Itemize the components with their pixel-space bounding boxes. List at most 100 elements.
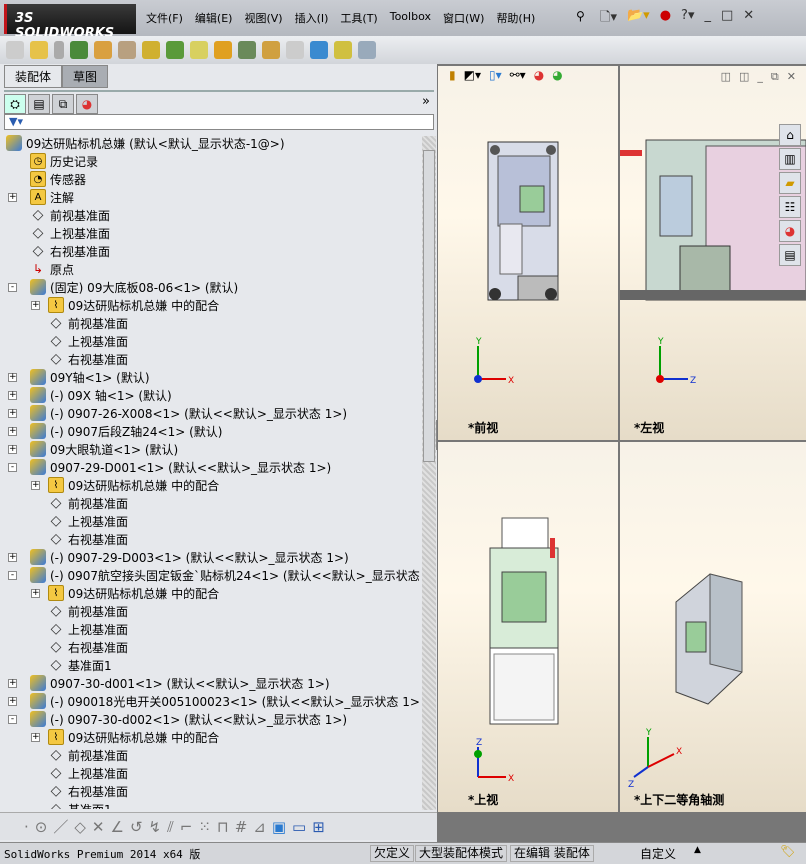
collapse-icon[interactable]: - xyxy=(8,571,17,580)
tree-item[interactable]: ◇ 上视基准面 xyxy=(48,764,128,782)
exploded-view-icon[interactable] xyxy=(262,41,280,59)
tree-item[interactable]: + (-) 09X 轴<1> (默认) xyxy=(8,386,172,404)
expand-icon[interactable]: + xyxy=(8,391,17,400)
tree-item[interactable]: + ⌇ 09达研贴标机总嫌 中的配合 xyxy=(31,584,219,602)
restore-right-icon[interactable]: ◫ xyxy=(739,70,749,84)
units-chevron-icon[interactable]: ▲ xyxy=(694,845,701,855)
tree-item[interactable]: + ⌇ 09达研贴标机总嫌 中的配合 xyxy=(31,476,219,494)
expand-icon[interactable]: + xyxy=(8,373,17,382)
display-style-icon[interactable]: ▯▾ xyxy=(489,68,502,82)
tag-icon[interactable]: 🏷 xyxy=(780,844,795,858)
view-palette-icon[interactable]: ☷ xyxy=(779,196,801,218)
expand-icon[interactable]: + xyxy=(8,679,17,688)
menu-file[interactable]: 文件(F) xyxy=(146,10,183,26)
appearance-icon[interactable]: ◕ xyxy=(534,68,544,82)
tree-item[interactable]: ◇ 右视基准面 xyxy=(48,782,128,800)
linear-pattern-icon[interactable] xyxy=(70,41,88,59)
tree-item[interactable]: + ⌇ 09达研贴标机总嫌 中的配合 xyxy=(31,296,219,314)
collapse-icon[interactable]: - xyxy=(8,463,17,472)
assembly-features-icon[interactable] xyxy=(166,41,184,59)
new-motion-study-icon[interactable] xyxy=(214,41,232,59)
tree-item[interactable]: ◇ 前视基准面 xyxy=(48,746,128,764)
offset-icon[interactable]: ↺ xyxy=(130,818,143,836)
propertymanager-tab-icon[interactable]: ▤ xyxy=(28,94,50,114)
new-document-icon[interactable]: 🗋▾ xyxy=(600,8,617,30)
interference-detection-icon[interactable] xyxy=(310,41,328,59)
configurationmanager-tab-icon[interactable]: ⧉ xyxy=(52,94,74,114)
tree-item[interactable]: ◷ 历史记录 xyxy=(30,152,98,170)
hide-show-items-icon[interactable]: ⚯▾ xyxy=(510,68,526,82)
appearances-icon[interactable]: ◕ xyxy=(779,220,801,242)
restore-left-icon[interactable]: ◫ xyxy=(721,70,731,84)
scene-icon[interactable]: ◕ xyxy=(552,68,562,82)
menu-insert[interactable]: 插入(I) xyxy=(295,10,329,26)
tree-item[interactable]: ◇ 前视基准面 xyxy=(30,206,110,224)
grid-icon[interactable]: # xyxy=(235,818,248,836)
tab-sketch[interactable]: 草图 xyxy=(62,65,109,88)
tree-item[interactable]: + A 注解 xyxy=(8,188,74,206)
trim-icon[interactable]: ✕ xyxy=(92,818,105,836)
circle-icon[interactable]: ⊙ xyxy=(35,818,48,836)
viewport-isometric[interactable]: Y Z X *上下二等角轴测 xyxy=(620,442,806,812)
collapse-icon[interactable]: - xyxy=(8,715,17,724)
tree-item[interactable]: ◇ 基准面1 xyxy=(48,800,112,809)
expand-icon[interactable]: + xyxy=(8,427,17,436)
tree-item[interactable]: + (-) 0907-29-D003<1> (默认<<默认>_显示状态 1>) xyxy=(8,548,349,566)
tree-item[interactable]: ◇ 右视基准面 xyxy=(48,350,128,368)
maximize-button[interactable]: □ xyxy=(721,8,733,30)
filter-icon[interactable]: ▼▾ xyxy=(9,115,23,128)
dimension-icon[interactable]: ⊓ xyxy=(217,818,229,836)
tree-item[interactable]: ◇ 基准面1 xyxy=(48,656,112,674)
tree-item[interactable]: ◇ 上视基准面 xyxy=(30,224,110,242)
tree-item[interactable]: ◇ 上视基准面 xyxy=(48,512,128,530)
tree-item[interactable]: ◇ 前视基准面 xyxy=(48,314,128,332)
file-explorer-icon[interactable]: ▰ xyxy=(779,172,801,194)
solidworks-resources-icon[interactable]: ⌂ xyxy=(779,124,801,146)
tab-assembly[interactable]: 装配体 xyxy=(4,65,63,88)
corner-icon[interactable]: ⌐ xyxy=(180,818,193,836)
show-hidden-icon[interactable] xyxy=(142,41,160,59)
tree-item[interactable]: + (-) 0907-26-X008<1> (默认<<默认>_显示状态 1>) xyxy=(8,404,347,422)
expand-icon[interactable]: + xyxy=(8,445,17,454)
tree-item[interactable]: + (-) 090018光电开关005100023<1> (默认<<默认>_显示状… xyxy=(8,692,420,710)
expand-icon[interactable]: + xyxy=(31,301,40,310)
point-icon[interactable]: · xyxy=(24,818,29,836)
open-icon[interactable]: 📂▾ xyxy=(627,8,650,30)
tree-item[interactable]: ◇ 右视基准面 xyxy=(48,530,128,548)
menu-toolbox[interactable]: Toolbox xyxy=(390,10,431,26)
expand-icon[interactable]: + xyxy=(8,553,17,562)
tree-item[interactable]: + (-) 0907后段Z轴24<1> (默认) xyxy=(8,422,222,440)
viewport-minimize-button[interactable]: _ xyxy=(757,70,763,84)
four-view-icon[interactable]: ⊞ xyxy=(312,818,325,836)
viewport-close-button[interactable]: ✕ xyxy=(787,70,796,84)
tree-item[interactable]: ◇ 上视基准面 xyxy=(48,332,128,350)
single-view-icon[interactable]: ▭ xyxy=(292,818,306,836)
bill-of-materials-icon[interactable] xyxy=(238,41,256,59)
tree-item[interactable]: ◔ 传感器 xyxy=(30,170,86,188)
smart-fasteners-icon[interactable] xyxy=(94,41,112,59)
tree-item[interactable]: +0907-30-d001<1> (默认<<默认>_显示状态 1>) xyxy=(8,674,330,692)
zoom-to-fit-icon[interactable]: ▮ xyxy=(449,68,456,82)
tree-item[interactable]: ◇ 右视基准面 xyxy=(48,638,128,656)
pin-icon[interactable]: ⚲ xyxy=(576,9,585,23)
measure-icon[interactable]: ⊿ xyxy=(253,818,266,836)
mate-icon[interactable] xyxy=(54,41,64,59)
polygon-icon[interactable]: ◇ xyxy=(74,818,86,836)
pattern-icon[interactable]: ⁙ xyxy=(198,818,211,836)
expand-icon[interactable]: + xyxy=(31,481,40,490)
tree-item[interactable]: +09Y轴<1> (默认) xyxy=(8,368,150,386)
menu-window[interactable]: 窗口(W) xyxy=(443,10,484,26)
clearance-verification-icon[interactable] xyxy=(334,41,352,59)
expand-icon[interactable]: + xyxy=(31,589,40,598)
convert-icon[interactable]: ↯ xyxy=(149,818,162,836)
design-library-icon[interactable]: ▥ xyxy=(779,148,801,170)
insert-component-icon[interactable] xyxy=(6,41,24,59)
instant3d-icon[interactable] xyxy=(358,41,376,59)
expand-icon[interactable]: + xyxy=(8,697,17,706)
new-part-icon[interactable] xyxy=(30,41,48,59)
reference-geometry-icon[interactable] xyxy=(190,41,208,59)
expand-icon[interactable]: + xyxy=(8,409,17,418)
tree-scrollbar-thumb[interactable] xyxy=(423,150,435,462)
help-icon[interactable]: ?▾ xyxy=(681,8,694,30)
tree-item[interactable]: + ⌇ 09达研贴标机总嫌 中的配合 xyxy=(31,728,219,746)
